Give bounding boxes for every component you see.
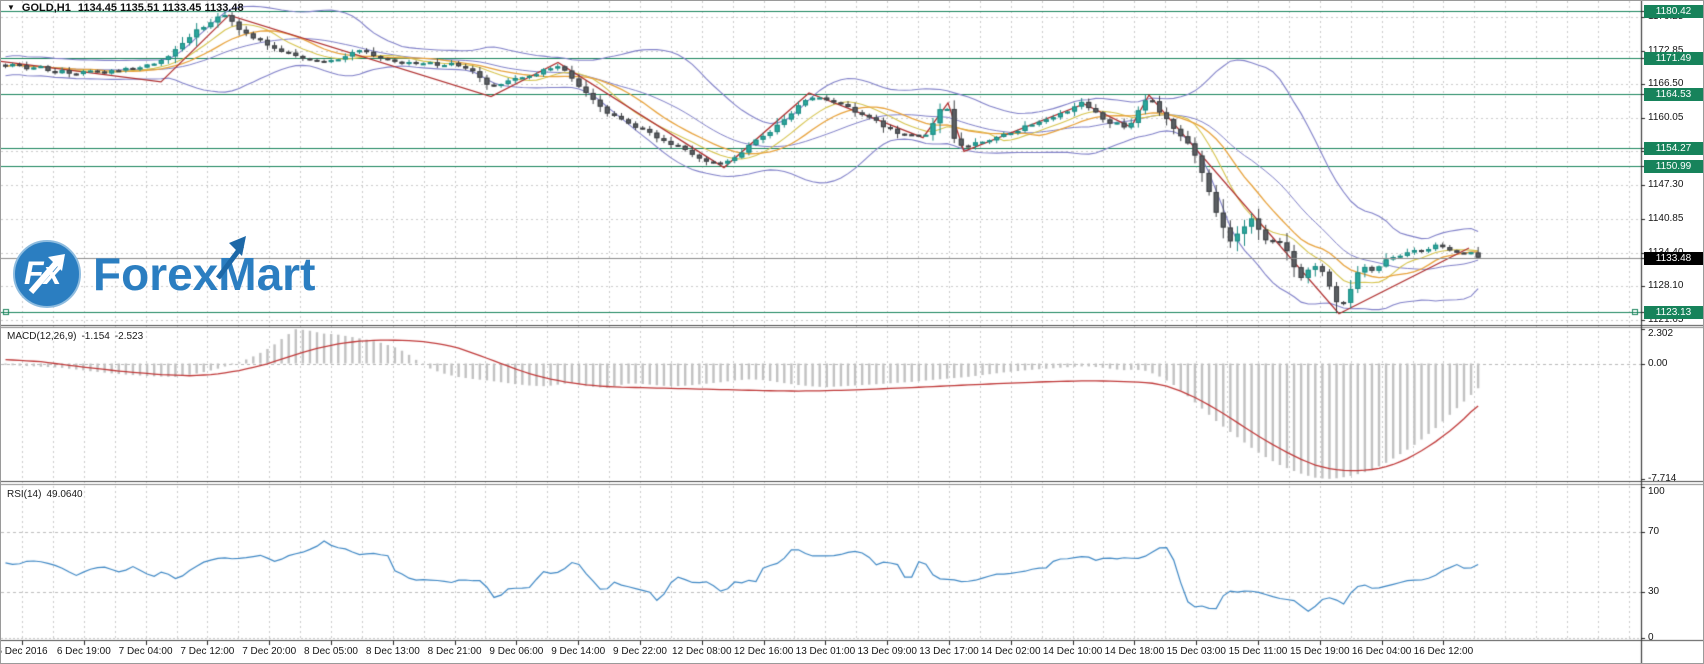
- time-axis[interactable]: 6 Dec 2016 6 Dec 19:00 7 Dec 04:00 7 Dec 12…: [0, 642, 1641, 663]
- time-tick-label: 7 Dec 04:00: [118, 646, 173, 657]
- macd-scale-max: 2.302: [1648, 328, 1674, 339]
- time-tick-label: 9 Dec 14:00: [551, 646, 606, 657]
- price-level-label: 1150.99: [1644, 160, 1703, 173]
- macd-scale-min: -7.714: [1648, 473, 1677, 484]
- price-level-label: 1164.53: [1644, 88, 1703, 101]
- logo-arrow-icon: [28, 254, 65, 294]
- symbol-dropdown-icon[interactable]: ▼: [7, 3, 15, 13]
- logo-brand-suffix: art: [256, 248, 316, 300]
- time-tick-label: 13 Dec 17:00: [919, 646, 979, 657]
- macd-value-signal: -2.523: [114, 331, 144, 342]
- rsi-scale-label: 70: [1648, 526, 1660, 537]
- chart-canvas[interactable]: [1, 1, 1703, 663]
- chart-title-symbol: GOLD,H1: [21, 2, 71, 14]
- time-tick-label: 7 Dec 12:00: [180, 646, 235, 657]
- macd-scale-zero: 0.00: [1648, 358, 1668, 369]
- time-tick-label: 15 Dec 11:00: [1228, 646, 1288, 657]
- price-level-label: 1180.42: [1644, 5, 1703, 18]
- current-price-label: 1133.48: [1644, 252, 1703, 265]
- chart-title-ohlc: 1134.45 1135.51 1133.45 1133.48: [77, 2, 244, 14]
- time-tick-label: 13 Dec 09:00: [857, 646, 917, 657]
- time-tick-label: 7 Dec 20:00: [242, 646, 297, 657]
- forexmart-logo-icon: Fx: [13, 240, 81, 308]
- price-tick-label: 1140.85: [1648, 213, 1684, 224]
- time-tick-label: 12 Dec 16:00: [733, 646, 794, 657]
- price-level-label: 1171.49: [1644, 52, 1703, 65]
- time-tick-label: 14 Dec 02:00: [981, 646, 1041, 657]
- rsi-indicator-label: RSI(14) 49.0640: [7, 489, 83, 500]
- price-axis[interactable]: 1179.251172.851166.501160.051153.751147.…: [1642, 1, 1703, 643]
- rsi-scale-label: 30: [1648, 586, 1660, 597]
- trading-chart-window: ▼ GOLD,H1 1134.45 1135.51 1133.45 1133.4…: [0, 0, 1704, 664]
- time-tick-label: 6 Dec 19:00: [56, 646, 111, 657]
- time-tick-label: 8 Dec 21:00: [427, 646, 482, 657]
- rsi-label-name: RSI(14): [7, 489, 42, 500]
- time-tick-label: 14 Dec 10:00: [1042, 646, 1103, 657]
- time-tick-label: 15 Dec 19:00: [1290, 646, 1350, 657]
- price-tick-label: 1147.30: [1648, 179, 1684, 190]
- price-level-label: 1154.27: [1644, 142, 1703, 155]
- macd-label-name: MACD(12,26,9): [7, 331, 77, 342]
- time-tick-label: 14 Dec 18:00: [1104, 646, 1165, 657]
- time-tick-label: 16 Dec 04:00: [1351, 646, 1412, 657]
- rsi-scale-label: 0: [1648, 632, 1654, 643]
- logo-brand-prefix: Forex: [93, 248, 219, 300]
- price-tick-label: 1128.10: [1648, 280, 1684, 291]
- time-tick-label: 6 Dec 2016: [0, 646, 48, 657]
- logo-m-arrow-icon: [216, 236, 247, 280]
- time-tick-label: 9 Dec 06:00: [489, 646, 544, 657]
- rsi-value: 49.0640: [46, 489, 83, 500]
- price-level-label: 1123.13: [1644, 306, 1703, 319]
- macd-value-main: -1.154: [81, 331, 110, 342]
- time-tick-label: 8 Dec 13:00: [365, 646, 420, 657]
- time-tick-label: 12 Dec 08:00: [672, 646, 732, 657]
- time-tick-label: 16 Dec 12:00: [1413, 646, 1474, 657]
- logo-brand-text: Forex Mart: [93, 236, 316, 304]
- time-tick-label: 9 Dec 22:00: [613, 646, 667, 657]
- time-tick-label: 8 Dec 05:00: [304, 646, 358, 657]
- chart-titlebar: ▼ GOLD,H1 1134.45 1135.51 1133.45 1133.4…: [7, 2, 244, 14]
- time-tick-label: 13 Dec 01:00: [795, 646, 856, 657]
- price-tick-label: 1160.05: [1648, 112, 1684, 123]
- forexmart-watermark: Fx Forex Mart: [13, 236, 316, 308]
- time-tick-label: 15 Dec 03:00: [1166, 646, 1226, 657]
- logo-brand-m: M: [216, 236, 257, 304]
- macd-indicator-label: MACD(12,26,9) -1.154 -2.523: [7, 331, 143, 342]
- rsi-scale-label: 100: [1648, 486, 1665, 497]
